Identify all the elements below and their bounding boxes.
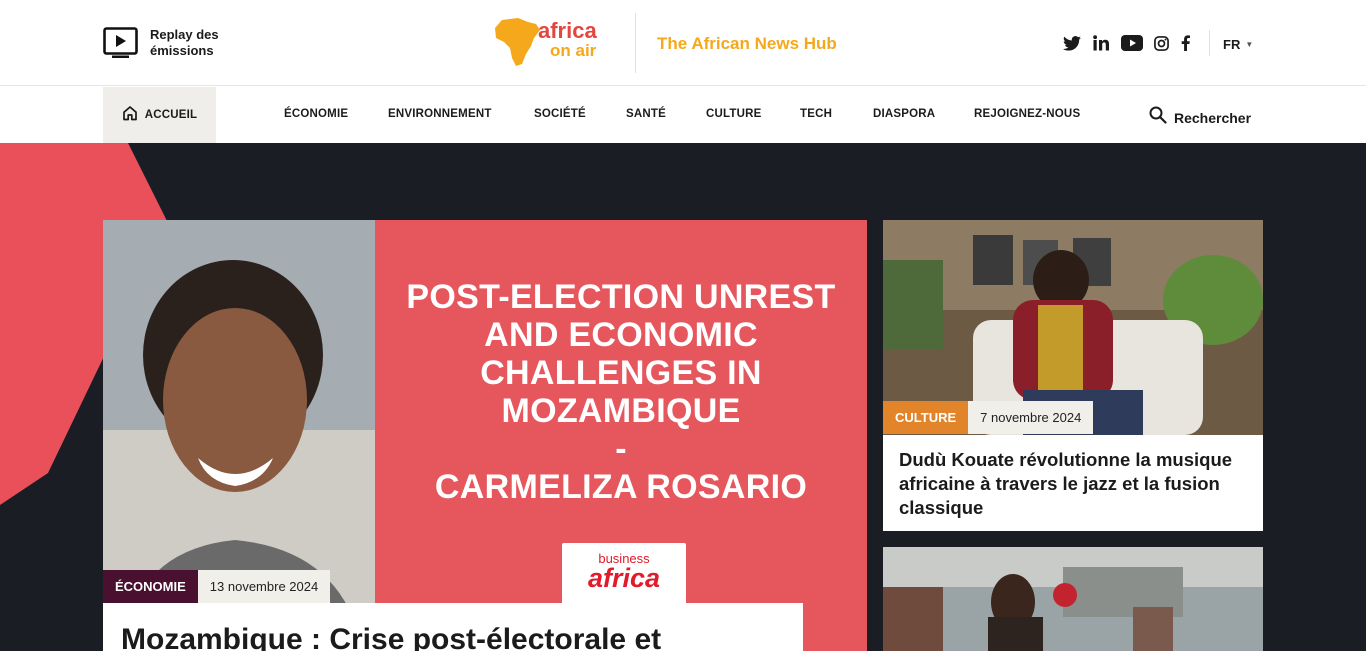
- nav-item-economie[interactable]: ÉCONOMIE: [284, 108, 348, 120]
- site-logo[interactable]: africa on air: [494, 16, 618, 70]
- logo-divider: [635, 13, 636, 73]
- nav-item-sante[interactable]: SANTÉ: [626, 108, 666, 120]
- nav-item-accueil[interactable]: ACCUEIL: [103, 87, 216, 143]
- search-icon: [1149, 106, 1167, 129]
- site-header: Replay des émissions africa on air The A…: [0, 0, 1366, 86]
- hero-section: POST-ELECTION UNREST AND ECONOMIC CHALLE…: [0, 143, 1366, 651]
- nav-item-rejoignez-nous[interactable]: REJOIGNEZ-NOUS: [974, 108, 1080, 120]
- replay-label: Replay des émissions: [150, 27, 219, 58]
- language-divider: [1209, 30, 1210, 56]
- featured-image-headline: POST-ELECTION UNREST AND ECONOMIC CHALLE…: [406, 278, 836, 506]
- side-article-card-2[interactable]: [883, 547, 1263, 651]
- featured-date: 13 novembre 2024: [197, 570, 331, 603]
- featured-category-badge[interactable]: ÉCONOMIE: [103, 570, 198, 603]
- linkedin-icon[interactable]: [1090, 33, 1112, 53]
- business-africa-logo-large: africa: [587, 563, 661, 593]
- nav-item-diaspora[interactable]: DIASPORA: [873, 108, 935, 120]
- featured-meta: ÉCONOMIE 13 novembre 2024: [103, 570, 331, 603]
- language-label: FR: [1223, 37, 1241, 52]
- caret-down-icon: ▼: [1245, 40, 1254, 49]
- instagram-icon[interactable]: [1152, 33, 1170, 53]
- search-label: Rechercher: [1174, 109, 1252, 126]
- home-icon: [122, 105, 138, 126]
- replay-link[interactable]: Replay des émissions: [103, 27, 240, 59]
- side-article-card[interactable]: CULTURE 7 novembre 2024 Dudù Kouate révo…: [883, 220, 1263, 531]
- side-article-date: 7 novembre 2024: [968, 401, 1094, 434]
- featured-article-title[interactable]: Mozambique : Crise post-électorale et: [121, 623, 661, 651]
- facebook-icon[interactable]: [1178, 33, 1192, 53]
- featured-title-box: Mozambique : Crise post-électorale et: [103, 603, 803, 651]
- youtube-icon[interactable]: [1120, 33, 1144, 53]
- nav-home-label: ACCUEIL: [144, 109, 198, 121]
- site-tagline: The African News Hub: [657, 34, 837, 53]
- tv-play-icon: [103, 27, 138, 59]
- search-button[interactable]: Rechercher: [1149, 106, 1251, 129]
- logo-word-africa: africa: [538, 18, 597, 43]
- nav-item-tech[interactable]: TECH: [800, 108, 832, 120]
- main-nav: ACCUEIL ÉCONOMIE ENVIRONNEMENT SOCIÉTÉ S…: [0, 87, 1366, 143]
- logo-word-onair: on air: [550, 41, 597, 60]
- nav-item-environnement[interactable]: ENVIRONNEMENT: [388, 108, 492, 120]
- twitter-icon[interactable]: [1062, 33, 1082, 53]
- featured-headline-panel: POST-ELECTION UNREST AND ECONOMIC CHALLE…: [375, 220, 867, 651]
- side-article-meta: CULTURE 7 novembre 2024: [883, 401, 1094, 434]
- social-links: [1062, 33, 1192, 53]
- language-selector[interactable]: FR ▼: [1223, 37, 1253, 52]
- nav-item-culture[interactable]: CULTURE: [706, 108, 762, 120]
- side-article-title[interactable]: Dudù Kouate révolutionne la musique afri…: [899, 448, 1249, 520]
- side-article-photo-2: [883, 547, 1263, 651]
- nav-item-societe[interactable]: SOCIÉTÉ: [534, 108, 586, 120]
- side-category-badge[interactable]: CULTURE: [883, 401, 969, 434]
